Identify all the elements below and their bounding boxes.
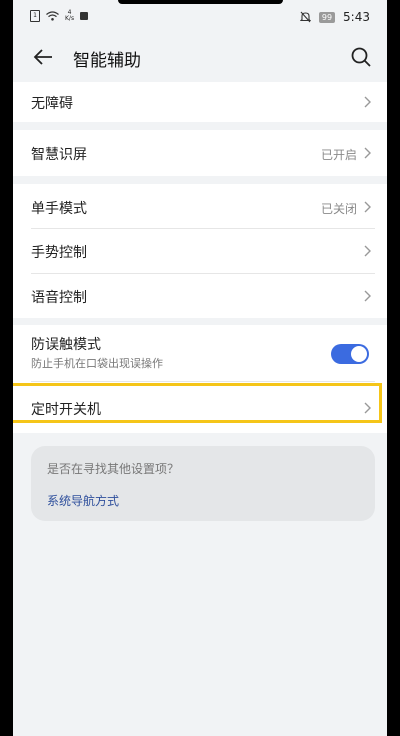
row-accessibility-label: 无障碍 [31, 96, 73, 112]
sim-icon: 1 [30, 10, 40, 22]
row-one-hand-value: 已关闭 [320, 202, 357, 216]
chevron-right-icon [364, 290, 371, 302]
notification-icon [80, 12, 89, 20]
back-arrow-icon[interactable] [31, 45, 55, 69]
app-header: 智能辅助 [13, 36, 387, 80]
row-accessibility[interactable]: 无障碍 [13, 82, 387, 122]
row-gesture-label: 手势控制 [31, 245, 87, 261]
row-smart-screen[interactable]: 智慧识屏 已开启 [13, 130, 387, 176]
search-icon[interactable] [349, 45, 373, 69]
chevron-right-icon [364, 245, 371, 257]
row-pocket-mode-description: 防止手机在口袋出现误操作 [31, 357, 163, 370]
clock: 5:43 [343, 10, 370, 24]
row-voice[interactable]: 语音控制 [13, 274, 387, 318]
suggestion-question: 是否在寻找其他设置项？ [47, 462, 180, 476]
row-gesture[interactable]: 手势控制 [13, 229, 387, 273]
row-one-hand-label: 单手模式 [31, 201, 87, 217]
pocket-mode-toggle[interactable] [331, 344, 369, 364]
chevron-right-icon [364, 201, 371, 213]
status-right: 99 5:43 [299, 10, 370, 24]
row-smart-screen-value: 已开启 [320, 148, 357, 162]
row-pocket-mode[interactable]: 防误触模式 防止手机在口袋出现误操作 [13, 325, 387, 379]
divider [31, 381, 375, 382]
status-left: 1 4 K/s [30, 10, 89, 22]
chevron-right-icon [364, 96, 371, 108]
row-smart-screen-label: 智慧识屏 [31, 147, 87, 163]
camera-notch [118, 0, 283, 4]
row-voice-label: 语音控制 [31, 290, 87, 306]
chevron-right-icon [364, 147, 371, 159]
page-title: 智能辅助 [73, 51, 141, 71]
mute-icon [299, 11, 311, 23]
network-speed-unit: K/s [65, 15, 75, 22]
row-pocket-mode-label: 防误触模式 [31, 337, 101, 353]
suggestion-card: 是否在寻找其他设置项？ 系统导航方式 [31, 446, 375, 521]
toggle-knob [351, 346, 367, 362]
suggestion-link[interactable]: 系统导航方式 [47, 492, 119, 509]
wifi-icon [46, 11, 59, 21]
phone-screen: 1 4 K/s 99 5:43 智能辅助 无障碍 智慧识屏 已开启 单手模式 已… [13, 0, 387, 736]
status-bar: 1 4 K/s 99 5:43 [13, 6, 387, 30]
highlight-frame [13, 383, 382, 423]
group-controls: 单手模式 已关闭 手势控制 语音控制 [13, 184, 387, 318]
network-speed: 4 K/s [65, 10, 74, 22]
row-one-hand[interactable]: 单手模式 已关闭 [13, 184, 387, 228]
battery-icon: 99 [318, 11, 336, 23]
